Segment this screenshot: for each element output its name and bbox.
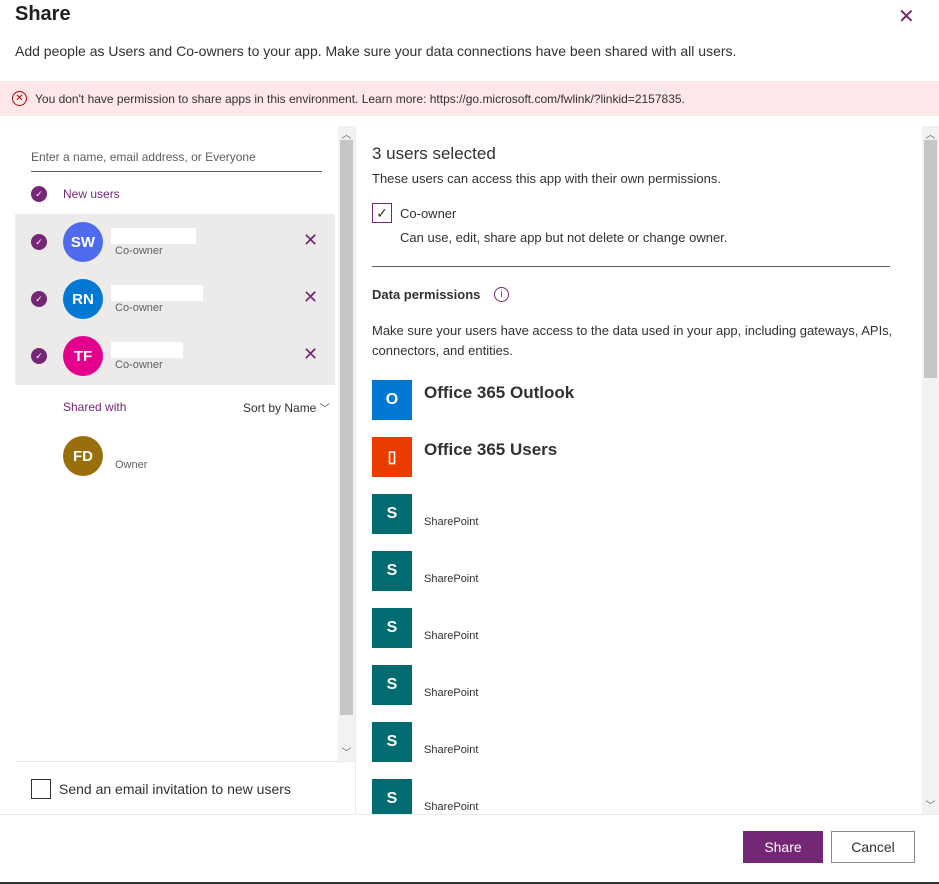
selected-desc: These users can access this app with the… — [372, 171, 721, 186]
error-banner: ✕ You don't have permission to share apps… — [0, 81, 939, 116]
info-icon[interactable]: i — [494, 287, 509, 302]
email-invite-label: Send an email invitation to new users — [59, 781, 291, 797]
data-permissions-title: Data permissions — [372, 287, 481, 302]
dialog-subtitle: Add people as Users and Co-owners to you… — [15, 43, 737, 59]
scroll-up-icon[interactable]: ︿ — [922, 126, 939, 141]
email-invite-checkbox[interactable] — [31, 779, 51, 799]
remove-user-icon[interactable]: ✕ — [303, 287, 318, 308]
sharepoint-icon: S — [372, 608, 412, 648]
scroll-up-icon[interactable]: ︿ — [338, 126, 355, 141]
connector-name: SharePoint — [424, 516, 479, 528]
scroll-down-icon[interactable]: ﹀ — [922, 797, 939, 812]
new-user-row: ✓ TF Co-owner ✕ — [15, 328, 335, 385]
coowner-checkbox[interactable]: ✓ — [372, 203, 392, 223]
scroll-down-icon[interactable]: ﹀ — [338, 744, 355, 759]
shared-role: Owner — [115, 459, 148, 471]
coowner-desc: Can use, edit, share app but not delete … — [400, 230, 728, 245]
redacted-name — [111, 285, 203, 301]
redacted-name — [111, 228, 196, 244]
sharepoint-icon: S — [372, 779, 412, 814]
remove-user-icon[interactable]: ✕ — [303, 230, 318, 251]
user-role: Co-owner — [115, 302, 163, 314]
avatar: FD — [63, 436, 103, 476]
close-icon[interactable]: ✕ — [898, 4, 915, 29]
chevron-down-icon: ﹀ — [319, 404, 330, 415]
sharepoint-icon: S — [372, 494, 412, 534]
selected-count: 3 users selected — [372, 144, 496, 163]
share-button[interactable]: Share — [743, 831, 823, 863]
new-user-row: ✓ RN Co-owner ✕ — [15, 271, 335, 328]
dialog-title: Share — [15, 3, 71, 25]
people-panel: ✓ New users ✓ SW Co-owner ✕✓ RN Co-owner… — [0, 126, 338, 761]
connector-name: SharePoint — [424, 630, 479, 642]
error-text: You don't have permission to share apps … — [35, 91, 685, 106]
left-scrollbar[interactable]: ︿ ﹀ — [338, 126, 355, 761]
sharepoint-icon: S — [372, 551, 412, 591]
scroll-thumb[interactable] — [340, 140, 353, 715]
connector-name: Office 365 Users — [424, 440, 558, 459]
avatar: TF — [63, 336, 103, 376]
connector-name: SharePoint — [424, 687, 479, 699]
new-users-list: ✓ SW Co-owner ✕ ✓ RN Co-owner ✕ ✓ TF Co-ow… — [15, 214, 335, 385]
cancel-button[interactable]: Cancel — [831, 831, 915, 863]
remove-user-icon[interactable]: ✕ — [303, 344, 318, 365]
connector-name: SharePoint — [424, 801, 479, 813]
new-users-label: New users — [63, 187, 120, 201]
avatar: SW — [63, 222, 103, 262]
new-user-row: ✓ SW Co-owner ✕ — [15, 214, 335, 271]
user-check-icon[interactable]: ✓ — [31, 234, 47, 250]
error-icon: ✕ — [12, 91, 27, 106]
avatar: RN — [63, 279, 103, 319]
user-role: Co-owner — [115, 359, 163, 371]
sharepoint-icon: S — [372, 665, 412, 705]
user-check-icon[interactable]: ✓ — [31, 291, 47, 307]
new-users-check-icon[interactable]: ✓ — [31, 186, 47, 202]
coowner-label: Co-owner — [400, 206, 457, 221]
connector-name: SharePoint — [424, 744, 479, 756]
outlook-icon: O — [372, 380, 412, 420]
people-search-input[interactable] — [31, 143, 322, 172]
sort-label: Sort by Name — [243, 401, 317, 415]
user-check-icon[interactable]: ✓ — [31, 348, 47, 364]
scroll-thumb[interactable] — [924, 140, 937, 378]
shared-with-label: Shared with — [63, 400, 127, 414]
connector-name: Office 365 Outlook — [424, 383, 575, 402]
permissions-panel: 3 users selected These users can access … — [356, 126, 921, 814]
office-icon: ▯ — [372, 437, 412, 477]
sharepoint-icon: S — [372, 722, 412, 762]
data-permissions-desc: Make sure your users have access to the … — [372, 323, 893, 358]
connector-name: SharePoint — [424, 573, 479, 585]
redacted-name — [111, 342, 183, 358]
right-scrollbar[interactable]: ︿ ﹀ — [922, 126, 939, 814]
sort-dropdown[interactable]: Sort by Name ﹀ — [243, 400, 330, 415]
user-role: Co-owner — [115, 245, 163, 257]
